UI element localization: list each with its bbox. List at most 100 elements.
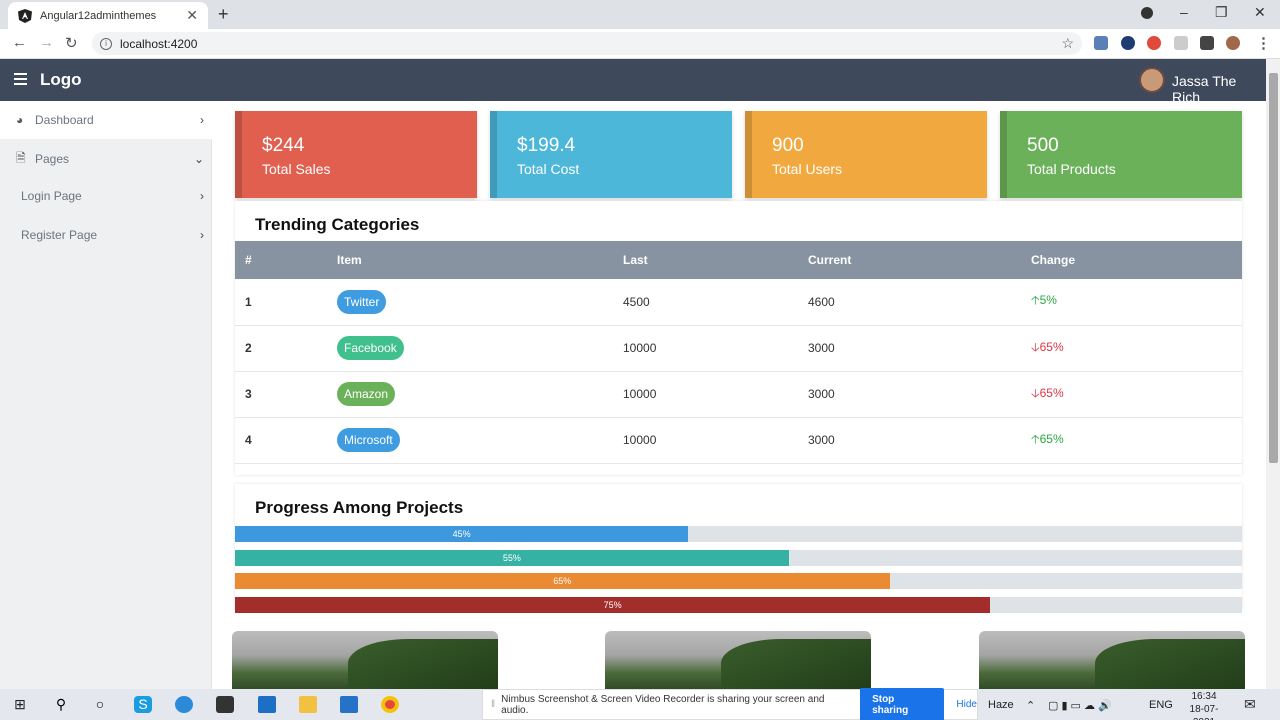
search-icon[interactable]: ⚲ [52, 696, 70, 713]
mail-icon[interactable] [258, 696, 276, 713]
app-header: Logo Jassa The Rich [0, 59, 1266, 105]
more-menu-icon[interactable]: ⋮ [1256, 34, 1271, 52]
col-header: # [245, 253, 252, 267]
trending-table: # Item Last Current Change 1 Twitter 4500 4… [235, 241, 1242, 464]
stat-value: 500 [1027, 135, 1059, 156]
url-text: localhost:4200 [120, 36, 198, 51]
store-icon[interactable] [216, 696, 234, 713]
browser-tab[interactable]: Angular12adminthemes ✕ [8, 2, 208, 29]
hamburger-menu-icon[interactable] [14, 73, 27, 85]
app-logo[interactable]: Logo [40, 70, 82, 90]
stat-value: $244 [262, 135, 305, 156]
col-header: Current [808, 253, 852, 267]
page-scrollbar[interactable] [1266, 59, 1280, 689]
lake-forest-image [605, 631, 871, 689]
table-header-row: # Item Last Current Change [235, 241, 1242, 279]
item-cell: Microsoft [327, 417, 613, 463]
arrow-up-icon: 🡡 [1031, 293, 1040, 308]
clock-time: 16:34 [1191, 691, 1217, 702]
main-content: $244 Total Sales $199.4 Total Cost 900 T… [213, 101, 1266, 689]
scrollbar-thumb[interactable] [1269, 73, 1278, 463]
minimize-icon[interactable]: – [1180, 4, 1188, 20]
taskbar-clock[interactable]: 16:34 18-07-2021 [1180, 690, 1228, 720]
row-number: 3 [245, 387, 252, 401]
drag-handle-icon[interactable]: ‖ [491, 699, 495, 710]
change-value: 65% [1039, 385, 1064, 400]
notification-icon[interactable]: ✉ [1244, 696, 1256, 713]
table-row: 3 Amazon 10000 3000 🡣65% [235, 371, 1242, 417]
extension-icon[interactable] [1121, 36, 1135, 50]
stat-card-total-users: 900 Total Users [745, 111, 987, 198]
weather-label[interactable]: Haze [988, 699, 1014, 711]
progress-bar: 45% [235, 526, 1242, 542]
hide-button[interactable]: Hide [956, 699, 977, 710]
progress-bar: 65% [235, 573, 1242, 589]
vscode-icon[interactable] [340, 696, 358, 713]
profile-menu-icon[interactable] [1141, 7, 1153, 19]
puzzle-extensions-icon[interactable] [1200, 36, 1214, 50]
tray-icons[interactable]: ▢ ▮ ▭ ☁ 🔊 [1048, 699, 1112, 712]
chrome-icon[interactable] [381, 696, 399, 713]
change-cell: 🡡5% [1021, 279, 1242, 325]
edge-icon[interactable] [175, 696, 193, 713]
chevron-right-icon: › [200, 228, 204, 242]
bookmark-star-icon[interactable]: ☆ [1061, 35, 1074, 52]
address-bar-row: ← → ↻ i localhost:4200 ☆ ⋮ [0, 29, 1280, 59]
language-indicator[interactable]: ENG [1149, 699, 1173, 711]
skype-icon[interactable]: S [134, 696, 152, 713]
sidebar-item-register-page[interactable]: Register Page › [0, 216, 212, 254]
stat-label: Total Sales [262, 161, 331, 177]
stat-label: Total Users [772, 161, 843, 177]
reload-icon[interactable]: ↻ [65, 34, 78, 52]
item-badge[interactable]: Microsoft [337, 428, 400, 452]
shield-extension-icon[interactable] [1174, 36, 1188, 50]
chevron-down-icon: ⌄ [193, 152, 204, 166]
screen-share-notice: ‖ Nimbus Screenshot & Screen Video Recor… [482, 687, 978, 720]
change-value: 65% [1039, 431, 1064, 446]
sidebar-item-pages[interactable]: 🗎 Pages ⌄ [0, 140, 212, 178]
table-row: 2 Facebook 10000 3000 🡣65% [235, 325, 1242, 371]
change-cell: 🡣65% [1021, 325, 1242, 371]
item-cell: Facebook [327, 325, 613, 371]
change-cell: 🡡65% [1021, 417, 1242, 463]
stat-card-total-sales: $244 Total Sales [235, 111, 477, 198]
col-header: Last [623, 253, 648, 267]
user-avatar[interactable] [1139, 67, 1165, 93]
cortana-icon[interactable]: ○ [91, 696, 109, 713]
stat-value: $199.4 [517, 135, 576, 156]
change-cell: 🡣65% [1021, 371, 1242, 417]
sidebar-item-label: Register Page [21, 228, 98, 242]
sidebar-item-login-page[interactable]: Login Page › [0, 177, 212, 215]
windows-start-icon[interactable]: ⊞ [11, 696, 29, 713]
extension-icon[interactable] [1094, 36, 1108, 50]
back-icon[interactable]: ← [12, 34, 27, 51]
item-badge[interactable]: Facebook [337, 336, 404, 360]
arrow-down-icon: 🡣 [1031, 339, 1040, 354]
progress-bar: 55% [235, 549, 1242, 566]
lake-forest-image [232, 631, 498, 689]
current-cell: 3000 [808, 433, 835, 447]
trending-title: Trending Categories [255, 215, 420, 234]
forward-icon[interactable]: → [39, 34, 54, 51]
last-cell: 10000 [623, 433, 657, 447]
tab-close-icon[interactable]: ✕ [186, 7, 198, 24]
tray-chevron-icon[interactable]: ⌃ [1026, 699, 1035, 712]
tab-title: Angular12adminthemes [40, 9, 157, 22]
item-badge[interactable]: Amazon [337, 382, 396, 406]
file-explorer-icon[interactable] [299, 696, 317, 713]
info-icon[interactable]: i [100, 37, 112, 50]
stat-label: Total Cost [517, 161, 580, 177]
stat-card-total-products: 500 Total Products [1000, 111, 1242, 198]
stop-sharing-button[interactable]: Stop sharing [860, 687, 945, 720]
item-cell: Amazon [327, 371, 613, 417]
url-input[interactable]: i localhost:4200 ☆ [92, 32, 1082, 55]
record-extension-icon[interactable] [1147, 36, 1161, 50]
profile-avatar-icon[interactable] [1226, 36, 1240, 50]
item-badge[interactable]: Twitter [337, 289, 387, 314]
trending-categories-panel: Trending Categories # Item Last Current … [235, 201, 1242, 475]
progress-fill: 65% [235, 573, 890, 589]
close-window-icon[interactable]: ✕ [1254, 4, 1266, 21]
maximize-icon[interactable]: ❐ [1215, 4, 1228, 21]
sidebar-item-dashboard[interactable]: ◕ Dashboard › [0, 101, 212, 139]
new-tab-button[interactable]: + [218, 4, 229, 25]
